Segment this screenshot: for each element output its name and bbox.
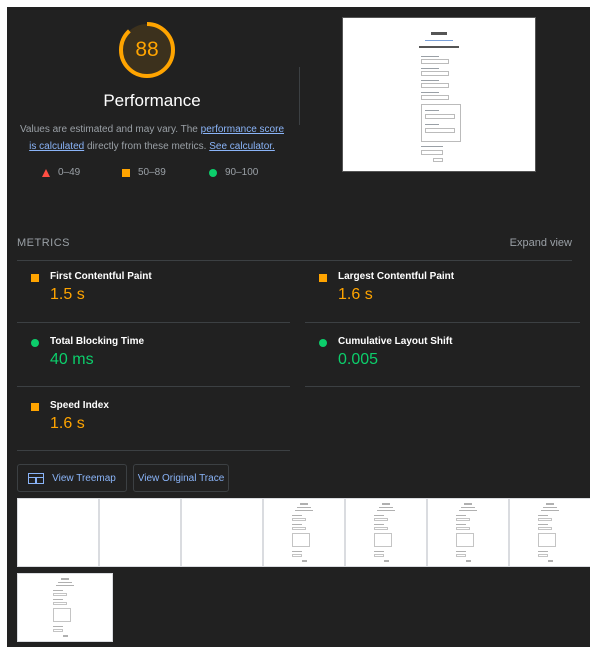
desc-middle: directly from these metrics. <box>84 141 210 152</box>
expand-view-button[interactable]: Expand view <box>510 237 572 249</box>
metrics-row-divider <box>17 386 290 387</box>
pass-circle-icon <box>319 339 327 347</box>
see-calculator-link[interactable]: See calculator. <box>209 141 275 152</box>
metric-si: Speed Index 1.6 s <box>17 392 287 454</box>
filmstrip-frame <box>427 498 509 567</box>
metrics-top-divider <box>17 260 572 261</box>
metric-lcp: Largest Contentful Paint 1.6 s <box>305 263 575 325</box>
metrics-row-divider <box>17 322 290 323</box>
metric-si-name: Speed Index <box>50 400 109 411</box>
metric-cls-value: 0.005 <box>338 351 379 368</box>
metrics-bottom-divider <box>17 450 290 451</box>
triangle-icon <box>42 168 50 177</box>
filmstrip-frame <box>17 498 99 567</box>
metric-fcp-name: First Contentful Paint <box>50 271 152 282</box>
score-description: Values are estimated and may vary. The p… <box>15 121 289 155</box>
legend-average: 50–89 <box>122 167 166 178</box>
filmstrip-frame <box>345 498 427 567</box>
view-original-trace-button[interactable]: View Original Trace <box>133 464 229 492</box>
filmstrip-frame <box>263 498 345 567</box>
metrics-title: METRICS <box>17 237 70 249</box>
metric-tbt-value: 40 ms <box>50 351 94 368</box>
frame-thumbnail <box>371 503 401 563</box>
score-value: 88 <box>135 38 159 61</box>
metric-cls: Cumulative Layout Shift 0.005 <box>305 328 575 390</box>
metric-si-value: 1.6 s <box>50 415 85 432</box>
filmstrip-frame <box>181 498 263 567</box>
legend-pass: 90–100 <box>209 167 258 178</box>
metric-fcp: First Contentful Paint 1.5 s <box>17 263 287 325</box>
legend-pass-range: 90–100 <box>225 167 259 178</box>
metric-tbt-name: Total Blocking Time <box>50 336 145 347</box>
legend-fail: 0–49 <box>42 167 80 178</box>
metrics-row-divider <box>305 322 580 323</box>
metric-tbt: Total Blocking Time 40 ms <box>17 328 287 390</box>
view-original-trace-label: View Original Trace <box>137 472 225 484</box>
legend-average-range: 50–89 <box>138 167 166 178</box>
frame-thumbnail <box>50 578 80 638</box>
frame-thumbnail <box>289 503 319 563</box>
filmstrip-frame <box>509 498 590 567</box>
metric-cls-name: Cumulative Layout Shift <box>338 336 453 347</box>
legend-fail-range: 0–49 <box>58 167 81 178</box>
average-square-icon <box>319 274 327 282</box>
performance-gauge-section: 88 Performance Values are estimated and … <box>7 7 297 207</box>
gauge-title: Performance <box>103 91 201 110</box>
frame-thumbnail <box>535 503 565 563</box>
view-treemap-label: View Treemap <box>52 472 116 484</box>
average-square-icon <box>31 274 39 282</box>
metric-fcp-value: 1.5 s <box>50 286 85 303</box>
filmstrip-frame <box>17 573 113 642</box>
frame-thumbnail <box>453 503 483 563</box>
final-screenshot[interactable] <box>342 17 536 172</box>
final-screenshot-content <box>351 26 527 164</box>
score-gauge: 88 <box>117 20 177 80</box>
average-square-icon <box>31 403 39 411</box>
performance-panel: 88 Performance Values are estimated and … <box>7 7 590 647</box>
section-divider <box>299 67 300 125</box>
score-legend: 0–49 50–89 90–100 <box>37 167 277 181</box>
metrics-row-divider <box>305 386 580 387</box>
square-icon <box>122 168 130 177</box>
desc-prefix: Values are estimated and may vary. The <box>19 124 201 135</box>
pass-circle-icon <box>31 339 39 347</box>
metric-lcp-name: Largest Contentful Paint <box>338 271 455 282</box>
metrics-header: METRICS Expand view <box>17 237 572 251</box>
treemap-icon <box>28 472 45 484</box>
circle-icon <box>209 168 217 177</box>
view-treemap-button[interactable]: View Treemap <box>17 464 127 492</box>
filmstrip-frame <box>99 498 181 567</box>
metric-lcp-value: 1.6 s <box>338 286 373 303</box>
